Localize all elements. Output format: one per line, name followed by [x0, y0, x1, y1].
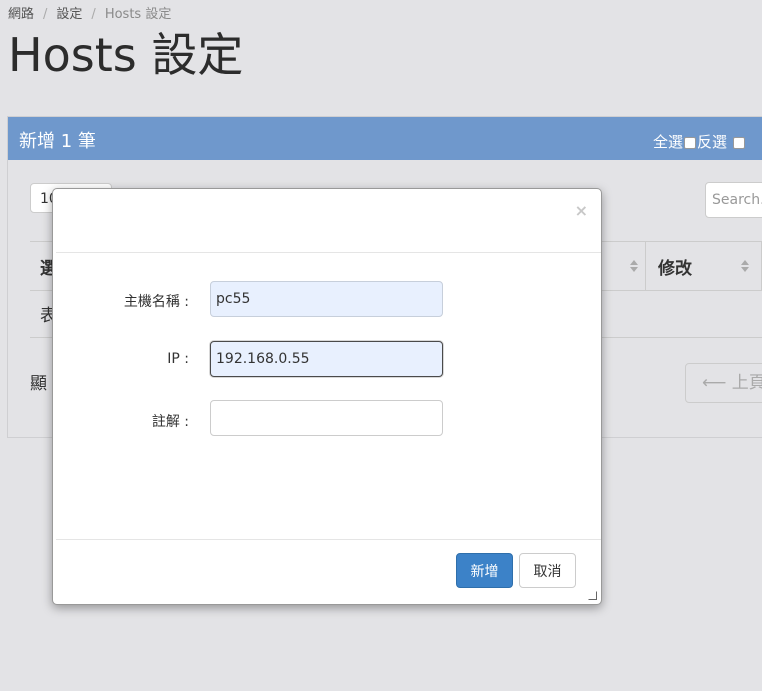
sort-icon[interactable] — [741, 260, 749, 272]
modal-header-divider — [56, 252, 601, 253]
panel-header: 新增 1 筆 全選 反選 — [8, 117, 762, 160]
column-header-edit[interactable]: 修改 — [645, 242, 762, 290]
add-button[interactable]: 新增 — [456, 553, 513, 588]
panel-title: 新增 1 筆 — [19, 131, 96, 152]
resize-handle-icon[interactable] — [589, 592, 597, 600]
comment-label: 註解 : — [151, 414, 189, 430]
sort-icon[interactable] — [630, 260, 638, 272]
select-all-checkbox[interactable] — [684, 136, 697, 149]
invert-select-label: 反選 — [697, 133, 728, 151]
page-title: Hosts 設定 — [8, 28, 244, 82]
select-all-label: 全選 — [653, 133, 684, 151]
arrow-left-icon: ⟵ — [702, 373, 727, 393]
table-info-text: 顯 — [30, 374, 47, 394]
breadcrumb-current: Hosts 設定 — [104, 7, 172, 22]
ip-label: IP : — [167, 351, 189, 367]
previous-page-button[interactable]: ⟵ 上頁 — [685, 363, 762, 403]
ip-input[interactable] — [210, 341, 443, 377]
breadcrumb-network[interactable]: 網路 — [8, 7, 34, 22]
table-search-input[interactable]: Search... — [705, 182, 762, 218]
modal-footer-divider — [56, 539, 601, 540]
comment-input[interactable] — [210, 400, 443, 436]
previous-page-label: 上頁 — [731, 373, 762, 393]
add-host-modal: × 主機名稱 : IP : 註解 : 新增 取消 — [52, 188, 602, 605]
hostname-input[interactable] — [210, 281, 443, 317]
cancel-button[interactable]: 取消 — [519, 553, 576, 588]
column-header-edit-label: 修改 — [658, 259, 692, 279]
close-icon[interactable]: × — [575, 202, 588, 220]
breadcrumb-separator: / — [91, 7, 96, 22]
breadcrumb-separator: / — [43, 7, 48, 22]
breadcrumb-settings[interactable]: 設定 — [56, 7, 82, 22]
hostname-label: 主機名稱 : — [123, 294, 189, 310]
invert-select-checkbox[interactable] — [732, 136, 745, 149]
selection-controls: 全選 反選 — [653, 131, 746, 152]
breadcrumb: 網路 / 設定 / Hosts 設定 — [8, 3, 171, 22]
